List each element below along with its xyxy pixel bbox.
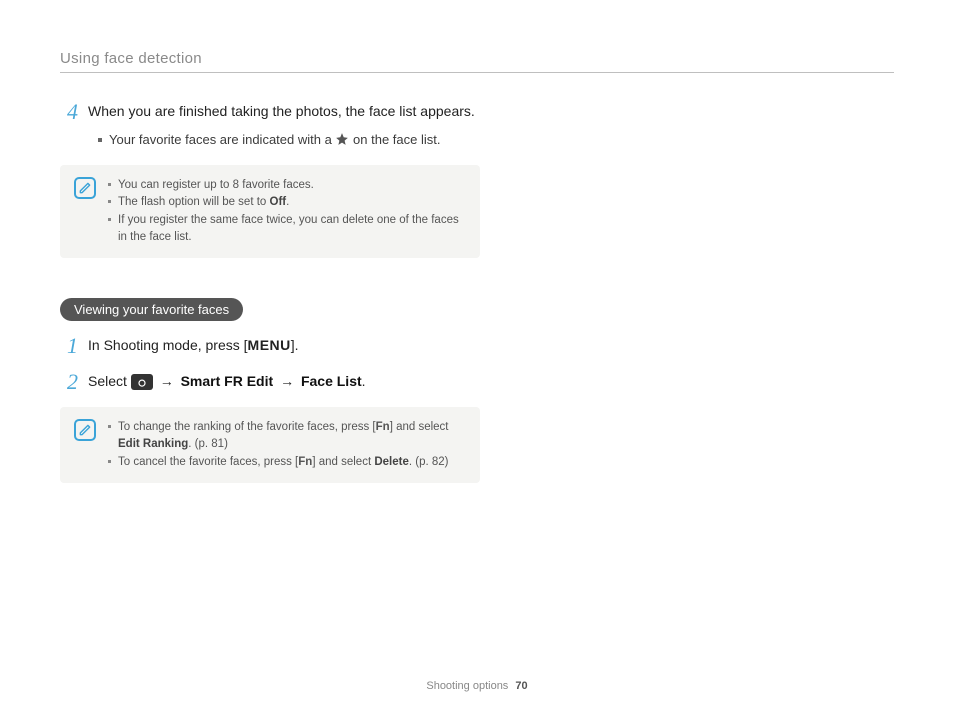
page-footer: Shooting options 70 [0, 680, 954, 692]
arrow-icon: → [160, 373, 174, 389]
note-icon [74, 419, 96, 441]
step-text: In Shooting mode, press [MENU]. [88, 335, 299, 355]
tip-text: To change the ranking of the favorite fa… [118, 419, 466, 454]
camera-icon [131, 374, 153, 390]
document-page: Using face detection 4 When you are fini… [0, 0, 954, 720]
bullet-icon [108, 200, 111, 203]
tip-box: To change the ranking of the favorite fa… [60, 407, 480, 483]
bullet-icon [108, 425, 111, 428]
fn-button-label: Fn [298, 456, 312, 468]
tip-text: You can register up to 8 favorite faces. [118, 177, 314, 194]
tip-text: To cancel the favorite faces, press [Fn]… [118, 454, 449, 471]
tip-item: You can register up to 8 favorite faces. [108, 177, 466, 194]
page-header: Using face detection [60, 50, 894, 73]
sub-bullet: Your favorite faces are indicated with a… [98, 131, 480, 151]
note-icon [74, 177, 96, 199]
bullet-icon [108, 183, 111, 186]
section-heading: Viewing your favorite faces [60, 298, 243, 321]
step-number: 2 [60, 371, 78, 393]
tip-text: The flash option will be set to Off. [118, 194, 289, 211]
step-text: When you are finished taking the photos,… [88, 101, 475, 121]
tip-item: To change the ranking of the favorite fa… [108, 419, 466, 454]
step-4: 4 When you are finished taking the photo… [60, 101, 480, 123]
bullet-icon [108, 218, 111, 221]
tip-item: To cancel the favorite faces, press [Fn]… [108, 454, 466, 471]
arrow-icon: → [280, 373, 294, 389]
content-column: 4 When you are finished taking the photo… [60, 101, 480, 483]
tip-list: You can register up to 8 favorite faces.… [108, 177, 466, 246]
menu-button-label: MENU [248, 337, 291, 353]
tip-box: You can register up to 8 favorite faces.… [60, 165, 480, 258]
page-number: 70 [515, 680, 527, 692]
footer-section: Shooting options [426, 680, 508, 692]
fn-button-label: Fn [376, 421, 390, 433]
sub-bullet-text: Your favorite faces are indicated with a… [109, 131, 441, 151]
star-icon [335, 132, 349, 151]
step-1: 1 In Shooting mode, press [MENU]. [60, 335, 480, 357]
tip-text: If you register the same face twice, you… [118, 212, 466, 247]
step-text: Select → Smart FR Edit → Face List. [88, 371, 366, 391]
tip-list: To change the ranking of the favorite fa… [108, 419, 466, 471]
step-2: 2 Select → Smart FR Edit → Face List. [60, 371, 480, 393]
step-number: 1 [60, 335, 78, 357]
bullet-icon [108, 460, 111, 463]
step-4-subbullets: Your favorite faces are indicated with a… [98, 131, 480, 151]
tip-item: The flash option will be set to Off. [108, 194, 466, 211]
bullet-icon [98, 138, 102, 142]
tip-item: If you register the same face twice, you… [108, 212, 466, 247]
step-number: 4 [60, 101, 78, 123]
